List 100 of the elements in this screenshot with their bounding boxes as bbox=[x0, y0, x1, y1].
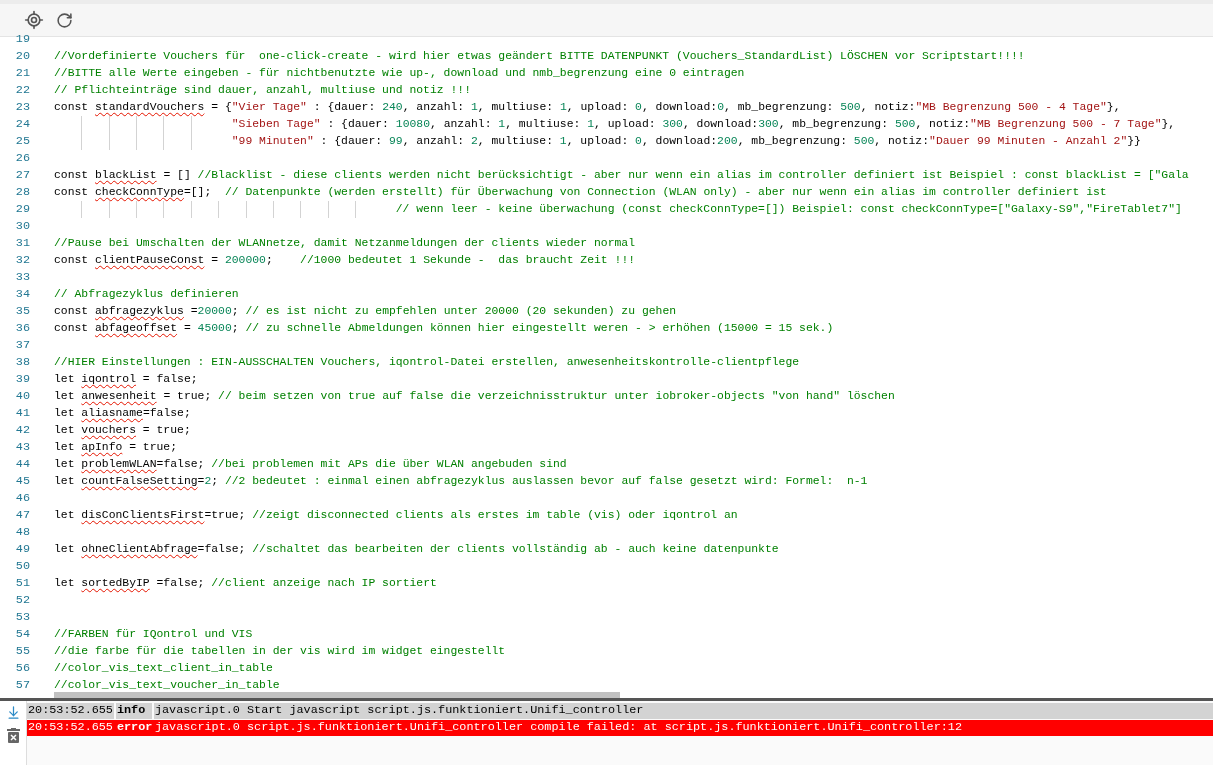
scrollbar-thumb[interactable] bbox=[54, 692, 620, 698]
code-text: let bbox=[54, 475, 76, 487]
line-number: 27 bbox=[14, 167, 30, 184]
number-literal: 2 bbox=[471, 135, 478, 147]
line-number: 32 bbox=[14, 252, 30, 269]
refresh-icon[interactable] bbox=[56, 11, 73, 29]
code-text: = { bbox=[210, 101, 232, 113]
code-text: = true; bbox=[141, 424, 191, 436]
line-number: 38 bbox=[14, 354, 30, 371]
code-text: =false; bbox=[155, 577, 206, 589]
code-text: : {dauer: bbox=[312, 101, 377, 113]
code-text: , upload: bbox=[566, 135, 630, 147]
string-literal: "Sieben Tage" bbox=[230, 118, 321, 130]
misspelled-identifier: anwesenheit bbox=[81, 390, 157, 402]
code-text: , notiz: bbox=[874, 135, 930, 147]
misspelled-identifier: standardVouchers bbox=[95, 101, 205, 113]
line-number: 46 bbox=[14, 490, 30, 507]
code-text: ; bbox=[231, 305, 240, 317]
code-text: = bbox=[197, 475, 205, 487]
code-text: let bbox=[54, 577, 76, 589]
misspelled-identifier: countFalseSetting bbox=[81, 475, 198, 487]
line-number: 31 bbox=[14, 235, 30, 252]
code-text: const bbox=[54, 305, 90, 317]
code-text: let bbox=[54, 390, 76, 402]
code-text: const bbox=[54, 254, 90, 266]
line-number: 37 bbox=[14, 337, 30, 354]
code-text: const bbox=[54, 169, 90, 181]
misspelled-identifier: vouchers bbox=[81, 424, 137, 436]
code-text: }, bbox=[1106, 101, 1121, 113]
code-text: ; bbox=[211, 475, 220, 487]
log-message: javascript.0 Start javascript script.js.funktioniert.Unifi_controller bbox=[153, 703, 1213, 719]
line-number: 42 bbox=[14, 422, 30, 439]
code-text: =true; bbox=[204, 509, 247, 521]
line-number: 55 bbox=[14, 643, 30, 660]
code-text: , notiz: bbox=[915, 118, 971, 130]
code-comment: //BITTE alle Werte eingeben - für nichtbenutzte wie up-, download und nmb_begrenzung eine 0 eintragen bbox=[54, 67, 745, 79]
code-text: const bbox=[54, 101, 90, 113]
code-text: , anzahl: bbox=[402, 101, 466, 113]
code-text: , anzahl: bbox=[402, 135, 466, 147]
code-text: let bbox=[54, 458, 76, 470]
code-text: , anzahl: bbox=[430, 118, 493, 130]
code-text: , notiz: bbox=[860, 101, 916, 113]
string-literal: "99 Minuten" bbox=[230, 135, 314, 147]
number-literal: 45000 bbox=[197, 322, 232, 334]
line-number: 30 bbox=[14, 218, 30, 235]
code-comment: //Blacklist - diese clients werden nicht berücksichtigt - aber nur wenn ein alias im controller definiert ist Beispiel : const blackList = ["Gala bbox=[197, 169, 1189, 181]
code-text: , download: bbox=[682, 118, 759, 130]
code-text: = [] bbox=[162, 169, 192, 181]
locate-icon[interactable] bbox=[24, 10, 44, 30]
code-text: , multiuse: bbox=[505, 118, 582, 130]
line-number: 22 bbox=[14, 82, 30, 99]
line-number: 54 bbox=[14, 626, 30, 643]
code-text: =false; bbox=[156, 458, 206, 470]
code-comment: //zeigt disconnected clients als erstes im table (vis) oder iqontrol an bbox=[252, 509, 738, 521]
line-number: 34 bbox=[14, 286, 30, 303]
code-text: = true; bbox=[162, 390, 213, 402]
line-number: 33 bbox=[14, 269, 30, 286]
line-number: 50 bbox=[14, 558, 30, 575]
misspelled-identifier: apInfo bbox=[81, 441, 123, 453]
number-literal: 300 bbox=[662, 118, 683, 130]
number-literal: 1 bbox=[498, 118, 506, 130]
code-text: let bbox=[54, 543, 76, 555]
line-number: 45 bbox=[14, 473, 30, 490]
misspelled-identifier: ohneClientAbfrage bbox=[81, 543, 198, 555]
code-text: : {dauer: bbox=[319, 135, 384, 147]
string-literal: "Vier Tage" bbox=[231, 101, 307, 113]
code-text: , multiuse: bbox=[477, 101, 555, 113]
code-text: , download: bbox=[641, 135, 718, 147]
misspelled-identifier: sortedByIP bbox=[81, 577, 150, 589]
code-text: , download: bbox=[641, 101, 718, 113]
log-severity: info bbox=[115, 703, 152, 719]
code-comment: //color_vis_text_voucher_in_table bbox=[54, 679, 280, 691]
line-number: 35 bbox=[14, 303, 30, 320]
line-number: 21 bbox=[14, 65, 30, 82]
code-text: const bbox=[54, 186, 90, 198]
misspelled-identifier: blackList bbox=[95, 169, 157, 181]
number-literal: 2 bbox=[204, 475, 212, 487]
line-number: 29 bbox=[14, 201, 30, 218]
number-literal: 0 bbox=[635, 101, 642, 113]
number-literal: 1 bbox=[559, 135, 567, 147]
number-literal: 20000 bbox=[197, 305, 232, 317]
misspelled-identifier: checkConnType bbox=[95, 186, 184, 198]
clear-log-icon[interactable] bbox=[6, 728, 20, 743]
string-literal: "Dauer 99 Minuten - Anzahl 2" bbox=[929, 135, 1128, 147]
line-number: 20 bbox=[14, 48, 30, 65]
code-text: ; bbox=[231, 322, 240, 334]
line-number: 51 bbox=[14, 575, 30, 592]
misspelled-identifier: abfragezyklus bbox=[95, 305, 184, 317]
code-text: let bbox=[54, 424, 76, 436]
code-comment: // Pflichteinträge sind dauer, anzahl, multiuse und notiz !!! bbox=[54, 84, 471, 96]
code-comment: //Vordefinierte Vouchers für one-click-create - wird hier etwas geändert BITTE DATENPUNKT (Vouchers_StandardList) LÖSCHEN vor Scriptstart!!!! bbox=[54, 50, 1025, 62]
line-number: 36 bbox=[14, 320, 30, 337]
code-text: ; bbox=[265, 254, 274, 266]
line-number: 41 bbox=[14, 405, 30, 422]
line-number: 39 bbox=[14, 371, 30, 388]
line-number: 57 bbox=[14, 677, 30, 694]
number-literal: 500 bbox=[853, 135, 875, 147]
line-number: 43 bbox=[14, 439, 30, 456]
code-text: let bbox=[54, 373, 76, 385]
code-text: , mb_begrenzung: bbox=[724, 101, 835, 113]
